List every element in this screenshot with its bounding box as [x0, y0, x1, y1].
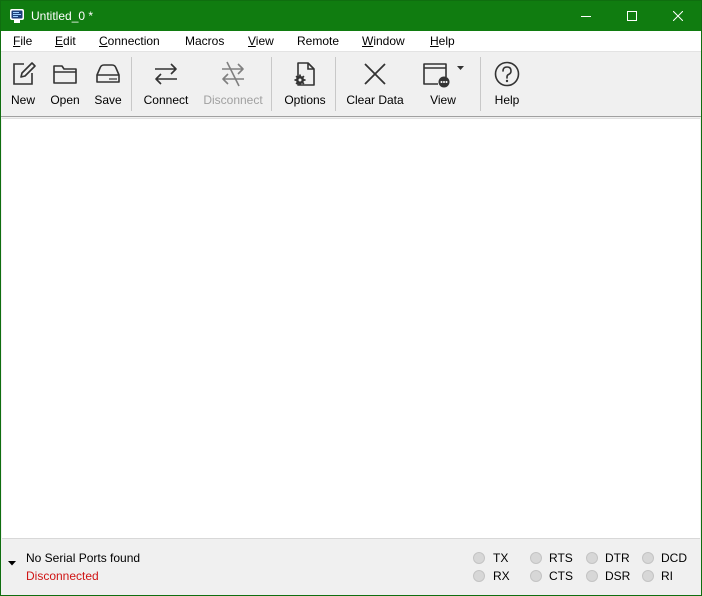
dcd-led-indicator	[642, 552, 654, 564]
clear-x-icon	[364, 63, 386, 85]
status-bar: No Serial Ports found Disconnected TX RX…	[1, 540, 701, 595]
new-button[interactable]: New	[3, 52, 43, 115]
terminal-data-area[interactable]	[2, 118, 700, 539]
ri-label: RI	[661, 569, 673, 583]
window-title: Untitled_0 *	[31, 9, 94, 23]
toolbar-separator	[335, 57, 336, 111]
options-button[interactable]: Options	[279, 52, 331, 115]
menu-bar: File Edit Connection Macros View Remote …	[1, 31, 701, 52]
new-document-icon	[13, 62, 36, 85]
open-button[interactable]: Open	[45, 52, 85, 115]
toolbar-separator	[131, 57, 132, 111]
maximize-button[interactable]	[609, 1, 655, 31]
close-icon	[673, 11, 683, 21]
terminal-monitor-icon[interactable]	[9, 8, 25, 24]
menu-help[interactable]: Help	[430, 34, 455, 49]
connection-status: Disconnected	[26, 569, 99, 583]
minimize-icon	[581, 16, 591, 17]
menu-remote[interactable]: Remote	[297, 34, 339, 49]
help-button[interactable]: Help	[487, 52, 527, 115]
dtr-label: DTR	[605, 551, 630, 565]
view-window-dropdown-icon	[423, 63, 464, 88]
rts-label: RTS	[549, 551, 573, 565]
help-question-icon	[494, 61, 520, 87]
view-button[interactable]: View	[419, 52, 469, 115]
dsr-label: DSR	[605, 569, 631, 583]
toolbar-separator	[271, 57, 272, 111]
menu-view[interactable]: View	[248, 34, 274, 49]
dsr-led-indicator	[586, 570, 598, 582]
app-window: Untitled_0 * File Edit Connection Macros…	[0, 0, 702, 596]
rts-led-indicator	[530, 552, 542, 564]
menu-file[interactable]: File	[13, 34, 32, 49]
save-button[interactable]: Save	[88, 52, 128, 115]
document-gear-icon	[294, 62, 315, 86]
tx-led-indicator	[473, 552, 485, 564]
minimize-button[interactable]	[563, 1, 609, 31]
connect-button[interactable]: Connect	[137, 52, 195, 115]
clear-data-button[interactable]: Clear Data	[343, 52, 407, 115]
close-button[interactable]	[655, 1, 701, 31]
title-bar[interactable]: Untitled_0 *	[1, 1, 701, 31]
connect-arrows-icon	[155, 63, 177, 85]
disconnect-button[interactable]: Disconnect	[199, 52, 267, 115]
triangle-down-icon[interactable]	[7, 558, 17, 568]
drive-save-icon	[96, 64, 120, 83]
rx-label: RX	[493, 569, 510, 583]
cts-led-indicator	[530, 570, 542, 582]
toolbar: New Open Save Connect Disconnect Options…	[1, 52, 701, 117]
menu-window[interactable]: Window	[362, 34, 405, 49]
serial-port-status: No Serial Ports found	[26, 551, 141, 565]
toolbar-separator	[480, 57, 481, 111]
menu-macros[interactable]: Macros	[185, 34, 224, 49]
tx-label: TX	[493, 551, 509, 565]
menu-connection[interactable]: Connection	[99, 34, 160, 49]
folder-open-icon	[53, 65, 77, 84]
dtr-led-indicator	[586, 552, 598, 564]
cts-label: CTS	[549, 569, 573, 583]
rx-led-indicator	[473, 570, 485, 582]
dcd-label: DCD	[661, 551, 687, 565]
ri-led-indicator	[642, 570, 654, 582]
menu-edit[interactable]: Edit	[55, 34, 76, 49]
disconnect-arrows-icon	[222, 61, 244, 87]
maximize-icon	[627, 11, 637, 21]
